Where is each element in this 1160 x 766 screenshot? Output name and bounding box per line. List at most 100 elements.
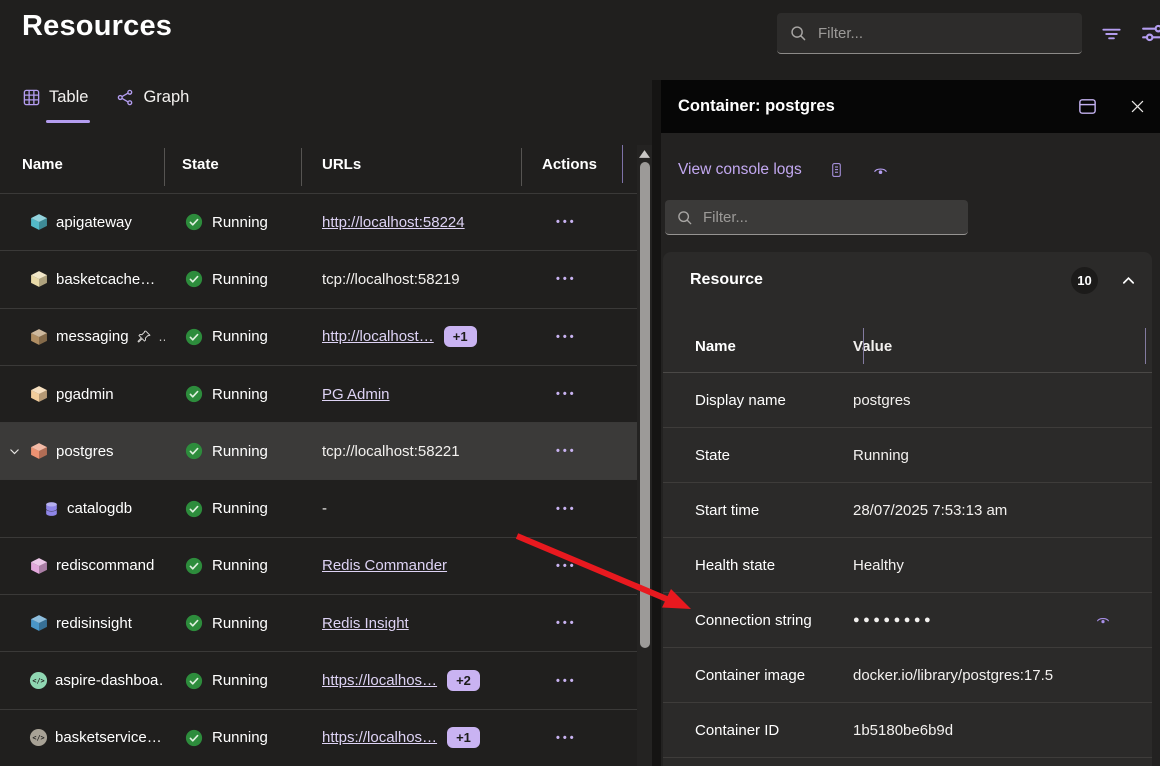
resource-url-link[interactable]: http://localhost:58224 <box>322 214 465 231</box>
more-actions-icon[interactable]: ••• <box>556 503 577 515</box>
view-console-logs-link[interactable]: View console logs <box>678 161 802 179</box>
svg-text:</>: </> <box>32 734 44 742</box>
search-input[interactable] <box>818 25 1070 42</box>
resource-details-panel: Container: postgres View console logs <box>661 80 1160 766</box>
properties-column-value: Value <box>853 338 892 355</box>
resource-name: postgres <box>56 443 114 460</box>
urls-cell: http://localhost:58224 <box>302 214 522 231</box>
split-panel-icon[interactable] <box>1077 96 1098 117</box>
details-panel-title: Container: postgres <box>678 97 835 116</box>
state-cell: Running <box>165 328 302 346</box>
close-icon[interactable] <box>1129 98 1146 115</box>
property-value: postgres <box>853 392 911 409</box>
state-cell: Running <box>165 729 302 747</box>
table-row[interactable]: postgres Running tcp://localhost:58221 •… <box>0 422 637 479</box>
more-actions-icon[interactable]: ••• <box>556 331 577 343</box>
table-row[interactable]: redisinsight Running Redis Insight ••• <box>0 594 637 651</box>
filter-lines-icon[interactable] <box>1100 22 1123 45</box>
resource-url-link[interactable]: Redis Commander <box>322 557 447 574</box>
reveal-value-eye-icon[interactable] <box>1094 612 1112 628</box>
state-cell: Running <box>165 385 302 403</box>
chevron-up-icon[interactable] <box>1121 273 1136 288</box>
resource-section-header[interactable]: Resource 10 <box>663 252 1152 308</box>
container-cube-icon <box>29 441 49 461</box>
chevron-down-icon[interactable] <box>8 445 21 458</box>
resource-name-cell: catalogdb <box>0 500 165 518</box>
more-actions-icon[interactable]: ••• <box>556 216 577 228</box>
urls-cell: tcp://localhost:58219 <box>302 271 522 288</box>
resource-url-link[interactable]: https://localhos… <box>322 729 437 746</box>
more-actions-icon[interactable]: ••• <box>556 732 577 744</box>
search-icon <box>676 209 693 226</box>
scrollbar-thumb[interactable] <box>640 162 650 648</box>
resources-table-body: apigateway Running http://localhost:5822… <box>0 193 637 766</box>
active-tab-indicator <box>46 120 90 123</box>
state-label: Running <box>212 271 268 288</box>
tab-table[interactable]: Table <box>22 88 88 107</box>
state-cell: Running <box>165 614 302 632</box>
property-value: docker.io/library/postgres:17.5 <box>853 667 1053 684</box>
panel-splitter[interactable] <box>652 80 661 766</box>
console-document-icon[interactable] <box>829 160 844 180</box>
table-row[interactable]: pgadmin Running PG Admin ••• <box>0 365 637 422</box>
table-row[interactable]: catalogdb Running - ••• <box>0 479 637 536</box>
state-label: Running <box>212 557 268 574</box>
more-actions-icon[interactable]: ••• <box>556 388 577 400</box>
state-cell: Running <box>165 672 302 690</box>
container-cube-icon <box>29 556 49 576</box>
table-scrollbar[interactable] <box>637 145 652 766</box>
more-actions-icon[interactable]: ••• <box>556 675 577 687</box>
column-header-name: Name <box>0 145 165 193</box>
resource-name-cell: pgadmin <box>0 384 165 404</box>
resources-filter-input[interactable] <box>777 13 1082 54</box>
column-header-actions: Actions <box>522 145 637 193</box>
actions-cell: ••• <box>522 732 637 744</box>
view-options-icon[interactable] <box>1141 20 1160 46</box>
tab-graph-label: Graph <box>143 88 189 107</box>
property-count-badge: 10 <box>1071 267 1098 294</box>
more-actions-icon[interactable]: ••• <box>556 617 577 629</box>
more-actions-icon[interactable]: ••• <box>556 445 577 457</box>
resource-name: basketservice… <box>55 729 162 746</box>
running-check-icon <box>185 442 203 460</box>
svg-text:</>: </> <box>32 677 44 685</box>
table-row[interactable]: apigateway Running http://localhost:5822… <box>0 193 637 250</box>
table-row[interactable]: basketcache… Running tcp://localhost:582… <box>0 250 637 307</box>
resource-url-text: tcp://localhost:58221 <box>322 443 460 460</box>
resource-name-cell: redisinsight <box>0 613 165 633</box>
state-label: Running <box>212 500 268 517</box>
eye-icon[interactable] <box>871 162 890 179</box>
more-actions-icon[interactable]: ••• <box>556 560 577 572</box>
database-icon <box>43 500 60 518</box>
state-label: Running <box>212 386 268 403</box>
state-cell: Running <box>165 557 302 575</box>
running-check-icon <box>185 213 203 231</box>
state-label: Running <box>212 214 268 231</box>
resource-url-link[interactable]: PG Admin <box>322 386 390 403</box>
running-check-icon <box>185 557 203 575</box>
more-urls-badge[interactable]: +1 <box>444 326 477 347</box>
state-label: Running <box>212 443 268 460</box>
details-filter-input[interactable] <box>665 200 968 235</box>
project-code-icon: </> <box>29 671 48 690</box>
table-row[interactable]: messaging ‥ Running http://localhost… +1… <box>0 308 637 365</box>
container-cube-icon <box>29 613 49 633</box>
details-search-input[interactable] <box>703 209 957 226</box>
resource-name-cell: basketcache… <box>0 269 165 289</box>
table-row[interactable]: </> aspire-dashboa… Running https://loca… <box>0 651 637 708</box>
table-row[interactable]: rediscommand Running Redis Commander ••• <box>0 537 637 594</box>
more-urls-badge[interactable]: +1 <box>447 727 480 748</box>
more-actions-icon[interactable]: ••• <box>556 273 577 285</box>
state-cell: Running <box>165 213 302 231</box>
resource-url-link[interactable]: Redis Insight <box>322 615 409 632</box>
resource-url-link[interactable]: http://localhost… <box>322 328 434 345</box>
actions-cell: ••• <box>522 617 637 629</box>
resource-name-cell: postgres <box>0 441 165 461</box>
container-cube-icon <box>29 327 49 347</box>
more-urls-badge[interactable]: +2 <box>447 670 480 691</box>
scroll-up-icon[interactable] <box>639 150 650 158</box>
resource-url-link[interactable]: https://localhos… <box>322 672 437 689</box>
table-row[interactable]: </> basketservice… Running https://local… <box>0 709 637 766</box>
resource-name: aspire-dashboa… <box>55 672 165 689</box>
tab-graph[interactable]: Graph <box>116 88 189 107</box>
